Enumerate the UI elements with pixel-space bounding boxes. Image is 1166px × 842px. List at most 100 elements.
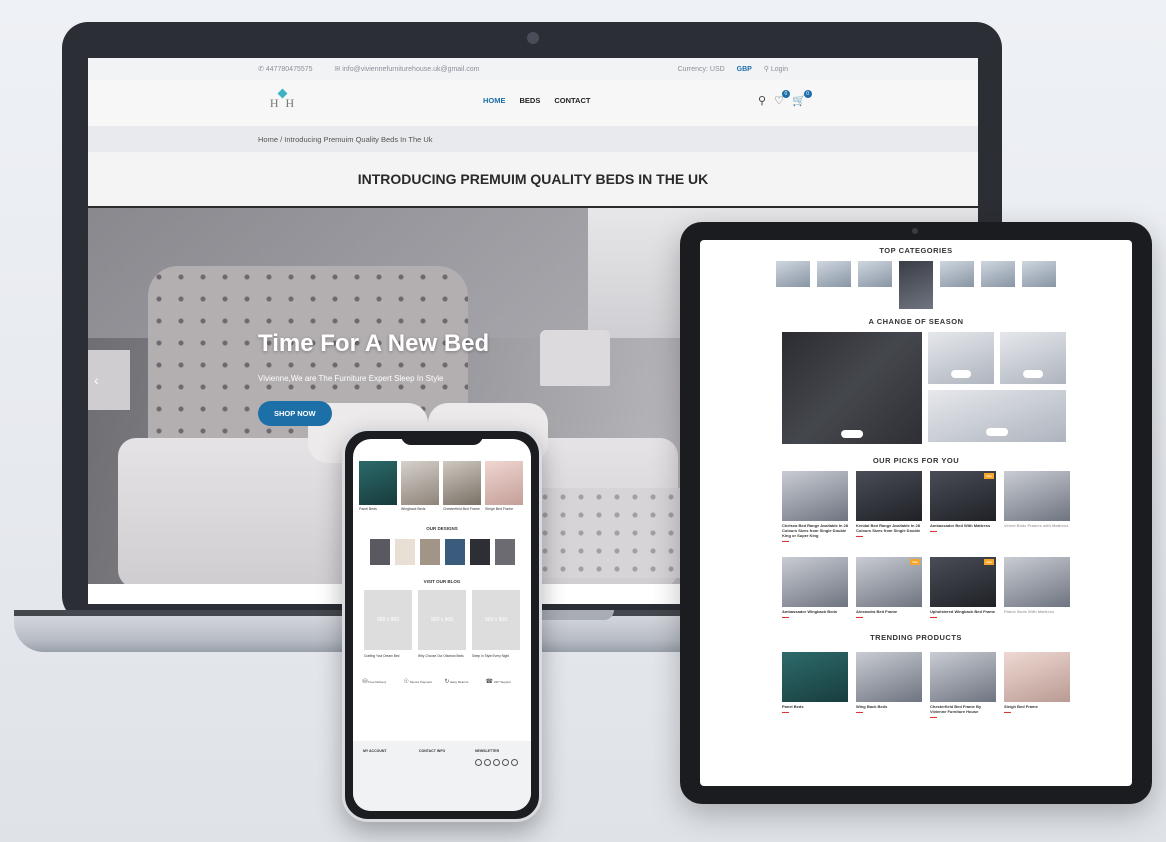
feature-item: ↻ Easy Returns <box>445 678 481 685</box>
product-card[interactable]: Sale Ambassador Bed With Mattress ▬▬ <box>930 471 996 543</box>
product-image: Sale <box>930 471 996 521</box>
product-name: Chelsea Bed Range Available In 28 Colour… <box>782 523 848 538</box>
currency-selector[interactable]: Currency: USD GBP <box>678 66 752 73</box>
instagram-icon[interactable] <box>493 758 500 766</box>
design-swatch[interactable] <box>494 538 515 565</box>
category-thumb <box>858 261 892 287</box>
page-title: INTRODUCING PREMUIM QUALITY BEDS IN THE … <box>88 152 978 208</box>
season-image[interactable] <box>1000 332 1066 384</box>
trending-row: Panel Beds ▬▬ Wing Back Beds ▬▬ Chesterfie… <box>782 652 1070 719</box>
product-name: Ambassador Wingback Beds <box>782 609 838 614</box>
design-swatch[interactable] <box>444 538 465 565</box>
shield-icon: ☉ <box>403 678 409 685</box>
picks-row-1: Chelsea Bed Range Available In 28 Colour… <box>782 471 1070 543</box>
nav-contact[interactable]: CONTACT <box>554 96 590 105</box>
product-image <box>443 461 481 505</box>
product-card[interactable]: Chesterfield Bed Frame <box>443 461 481 512</box>
product-image <box>359 461 397 505</box>
blog-card[interactable]: 900 x 900 Why Choose Our Ottoman Beds <box>418 589 466 658</box>
sale-badge: Sale <box>909 559 920 565</box>
product-card[interactable]: Velvet Beds Frames with Mattress <box>1004 471 1070 543</box>
season-pill[interactable] <box>1023 370 1043 378</box>
design-swatch[interactable] <box>469 538 490 565</box>
category-item[interactable] <box>1022 261 1056 309</box>
product-price: ▬▬ <box>782 615 789 619</box>
season-pill[interactable] <box>841 430 863 438</box>
category-item[interactable] <box>817 261 851 309</box>
design-swatch[interactable] <box>369 538 390 565</box>
twitter-icon[interactable] <box>484 758 491 766</box>
product-name: Wingback Beds <box>401 507 426 511</box>
login-link[interactable]: ⚲ Login <box>764 66 798 73</box>
footer-heading: CONTACT INFO <box>419 749 446 753</box>
phone-frame: Panel Beds Wingback Beds Chesterfield Be… <box>342 428 542 822</box>
nav-home[interactable]: HOME <box>483 96 506 105</box>
design-swatch[interactable] <box>419 538 440 565</box>
footer-heading: MY ACCOUNT <box>363 749 387 753</box>
product-price: ▬▬ <box>1004 710 1011 714</box>
product-name: Velvet Beds Frames with Mattress <box>1004 523 1069 528</box>
product-price: ▬▬ <box>856 534 863 538</box>
product-card[interactable]: Ambassador Wingback Beds ▬▬ <box>782 557 848 619</box>
blog-image-placeholder: 900 x 900 <box>364 589 412 650</box>
slider-prev-icon[interactable]: ‹ <box>94 372 99 388</box>
sale-badge: Sale <box>983 473 994 479</box>
wishlist-icon[interactable]: ♡ 0 <box>774 90 790 107</box>
breadcrumb-home[interactable]: Home <box>258 135 278 144</box>
season-pill[interactable] <box>986 428 1008 436</box>
season-image[interactable] <box>928 332 994 384</box>
blog-list: 900 x 900 Crafting Your Dream Bed 900 x 9… <box>353 589 531 658</box>
facebook-icon[interactable] <box>475 758 482 766</box>
product-card[interactable]: Panel Beds <box>359 461 397 512</box>
product-name: Wing Back Beds <box>856 704 888 709</box>
laptop-camera <box>527 32 539 44</box>
product-card[interactable]: Panel Beds ▬▬ <box>782 652 848 719</box>
category-item[interactable] <box>899 261 933 309</box>
product-card[interactable]: Sale Alexandra Bed Frame ▬▬ <box>856 557 922 619</box>
category-item[interactable] <box>858 261 892 309</box>
product-name: Chesterfield Bed Frame By Vivienne Furni… <box>930 704 982 714</box>
email-link[interactable]: ✉ info@viviennefurniturehouse.uk@gmail.c… <box>334 66 489 73</box>
blog-card[interactable]: 900 x 900 Sleep In Style Every Night <box>472 589 520 658</box>
footer-col-account: MY ACCOUNT <box>363 749 409 803</box>
feature-item: ⛁ Free Delivery <box>363 678 399 685</box>
blog-card[interactable]: 900 x 900 Crafting Your Dream Bed <box>364 589 412 658</box>
youtube-icon[interactable] <box>502 758 509 766</box>
design-swatches <box>353 538 531 565</box>
season-image-large[interactable] <box>782 332 922 444</box>
blog-post-title: Sleep In Style Every Night <box>472 653 510 658</box>
product-card[interactable]: Kendal Bed Range Available In 28 Colours… <box>856 471 922 543</box>
product-card[interactable]: Wing Back Beds ▬▬ <box>856 652 922 719</box>
category-thumb <box>981 261 1015 287</box>
product-name: Alexandra Bed Frame <box>856 609 898 614</box>
product-card[interactable]: Sale Upholstered Wingback Bed Frame ▬▬ <box>930 557 996 619</box>
product-price: ▬▬ <box>930 529 937 533</box>
cart-icon[interactable]: 🛒 0 <box>792 90 812 107</box>
product-card[interactable]: Sleigh Bed Frame <box>485 461 523 512</box>
category-item[interactable] <box>940 261 974 309</box>
blog-image-placeholder: 900 x 900 <box>472 589 520 650</box>
shop-now-button[interactable]: SHOP NOW <box>258 401 332 426</box>
site-logo[interactable]: H H <box>258 88 308 118</box>
season-pill[interactable] <box>951 370 971 378</box>
design-swatch[interactable] <box>394 538 415 565</box>
category-item[interactable] <box>981 261 1015 309</box>
pinterest-icon[interactable] <box>511 758 518 766</box>
product-name: Panel Beds <box>782 704 804 709</box>
tablet-camera <box>912 228 918 234</box>
product-card[interactable]: Chelsea Bed Range Available In 28 Colour… <box>782 471 848 543</box>
category-thumb <box>1022 261 1056 287</box>
phone-number[interactable]: ✆ 447780475575 <box>258 66 323 73</box>
blog-post-title: Crafting Your Dream Bed <box>364 653 400 658</box>
category-item[interactable] <box>776 261 810 309</box>
nav-beds[interactable]: BEDS <box>520 96 541 105</box>
hero-title: Time For A New Bed <box>258 330 490 357</box>
picks-title: OUR PICKS FOR YOU <box>872 456 960 465</box>
product-card[interactable]: Sleigh Bed Frame ▬▬ <box>1004 652 1070 719</box>
product-card[interactable]: Wingback Beds <box>401 461 439 512</box>
return-icon: ↻ <box>444 678 450 685</box>
season-image-wide[interactable] <box>928 390 1066 442</box>
product-card[interactable]: Fabric Beds With Mattress <box>1004 557 1070 619</box>
search-icon[interactable]: ⚲ <box>758 94 766 107</box>
product-card[interactable]: Chesterfield Bed Frame By Vivienne Furni… <box>930 652 996 719</box>
